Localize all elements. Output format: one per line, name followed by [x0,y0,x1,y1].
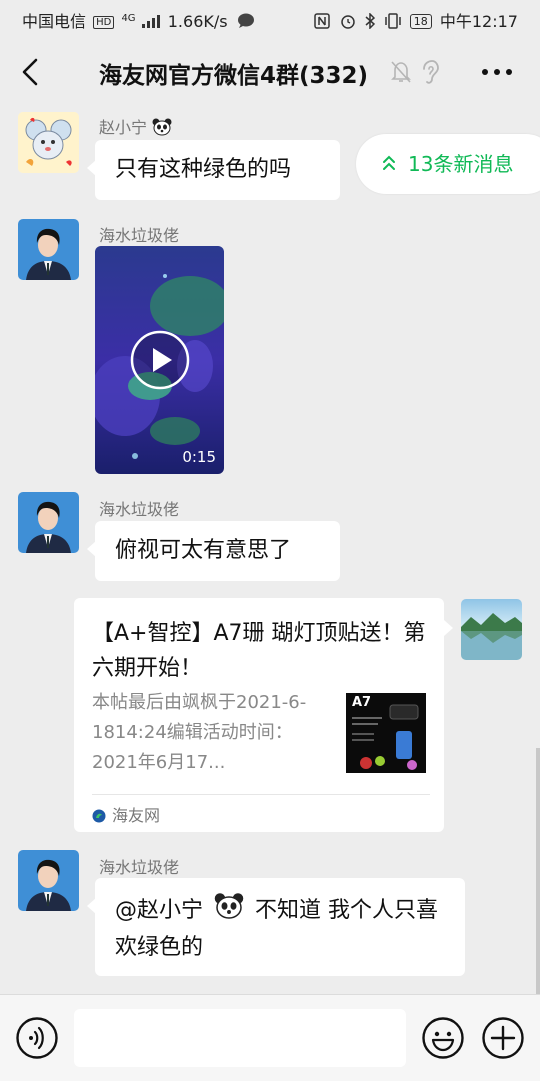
sender-name: 海水垃圾佬 [99,226,180,245]
signal-icon [141,15,160,28]
network-type: 4G [121,13,136,24]
hd-badge: HD [93,16,115,29]
card-source-name: 海友网 [112,806,161,825]
message-notification-icon [237,13,254,28]
divider [92,794,430,795]
scrollbar[interactable] [536,748,540,994]
lake-landscape-icon [461,599,522,660]
message-bubble[interactable]: 只有这种绿色的吗 [87,140,340,200]
battery-level: 18 [409,14,432,29]
nfc-icon [314,13,331,29]
card-thumbnail: A7 [346,693,426,773]
panda-icon [214,893,244,919]
link-card[interactable]: 【A+智控】A7珊 瑚灯顶贴送！第六期开始！ 本帖最后由飒枫于2021-6-18… [74,598,453,832]
card-title: 【A+智控】A7珊 瑚灯顶贴送！第六期开始！ [92,621,426,681]
carrier-label: 中国电信 [22,12,87,31]
my-avatar[interactable] [461,599,522,660]
avatar[interactable] [18,492,79,553]
net-speed: 1.66K/s [167,12,228,31]
voice-icon[interactable] [16,1017,58,1059]
sender-name: 海水垃圾佬 [99,858,180,877]
message-text: 俯视可太有意思了 [115,538,292,563]
man-portrait-icon [18,219,79,280]
status-bar: 中国电信 HD 4G 1.66K/s 18 中午12:17 [0,0,540,38]
card-description: 本帖最后由飒枫于2021-6-1814:24编辑活动时间：2021年6月17..… [92,692,307,773]
video-duration: 0:15 [182,448,216,466]
video-message[interactable]: 0:15 [95,246,224,474]
new-messages-button[interactable]: 13条新消息 [356,134,540,194]
play-icon[interactable] [130,330,190,390]
plus-icon[interactable] [482,1017,524,1059]
message-text: 只有这种绿色的吗 [115,157,292,182]
status-time: 中午12:17 [439,12,518,31]
card-source: 海友网 [92,802,160,826]
message-bubble[interactable]: 俯视可太有意思了 [87,521,340,581]
message-bubble[interactable]: @赵小宁 不知道 我个人只喜欢绿色的 [87,878,465,976]
ear-icon [423,60,439,84]
man-portrait-icon [18,492,79,553]
chevron-left-icon[interactable] [14,54,48,90]
double-chevron-up-icon [383,155,395,170]
page-title: 海友网官方微信4群(332) [99,63,369,89]
more-dots-icon[interactable] [480,66,514,78]
alarm-icon [340,15,355,29]
mention[interactable]: @赵小宁 [115,898,203,923]
bluetooth-icon [365,12,375,30]
avatar[interactable] [18,112,79,173]
card-thumb-label: A7 [352,695,372,710]
man-portrait-icon [18,850,79,911]
bell-off-icon [391,61,411,83]
avatar[interactable] [18,219,79,280]
message-input[interactable] [74,1009,406,1067]
vibrate-icon [384,13,401,29]
new-messages-label: 13条新消息 [408,152,514,176]
sender-name: 赵小宁 [99,114,172,138]
avatar[interactable] [18,850,79,911]
sender-name: 海水垃圾佬 [99,500,180,519]
status-right: 18 中午12:17 [314,8,518,32]
input-bar [0,994,540,1081]
chat-messages[interactable]: 赵小宁 只有这种绿色的吗 13条新消息 海水垃圾佬 0:15 海水垃圾佬 俯视可… [0,108,540,994]
panda-icon [152,118,172,136]
chat-header: 海友网官方微信4群(332) [0,38,540,108]
mouse-cartoon-icon [18,112,79,173]
sender-name-text: 赵小宁 [99,118,148,137]
emoji-icon[interactable] [422,1017,464,1059]
site-logo-icon [92,809,106,823]
status-left: 中国电信 HD 4G 1.66K/s [22,8,255,32]
